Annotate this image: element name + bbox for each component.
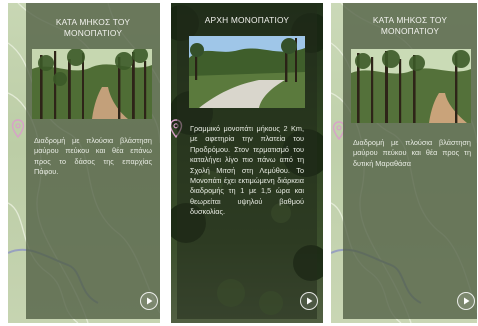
play-button[interactable]	[457, 292, 475, 310]
play-icon	[464, 297, 470, 305]
screen-title: ΑΡΧΗ ΜΟΝΟΠΑΤΙΟΥ	[204, 15, 290, 25]
play-icon	[147, 297, 153, 305]
title-line-2: ΜΟΝΟΠΑΤΙΟΥ	[380, 26, 440, 36]
trail-description: Γραμμικό μονοπάτι μήκους 2 Km, με αφετηρ…	[190, 124, 304, 217]
title-line-1: ΚΑΤΑ ΜΗΚΟΣ ΤΟΥ	[55, 17, 131, 27]
trail-description: Διαδρομή με πλούσια βλάστηση μαύρου πεύκ…	[353, 138, 471, 168]
screen-trail-start: ΑΡΧΗ ΜΟΝΟΠΑΤΙΟΥ Γραμμικό μονοπάτι μήκους…	[171, 3, 323, 323]
title-line-2: ΜΟΝΟΠΑΤΙΟΥ	[63, 28, 123, 38]
trail-photo	[351, 49, 471, 123]
title-line-1: ΚΑΤΑ ΜΗΚΟΣ ΤΟΥ	[372, 15, 448, 25]
trail-photo	[32, 49, 152, 119]
play-button[interactable]	[140, 292, 158, 310]
play-button[interactable]	[300, 292, 318, 310]
trail-start-photo	[189, 36, 305, 108]
map-pin-icon	[11, 119, 25, 139]
play-icon	[307, 297, 313, 305]
trail-description: Διαδρομή με πλούσια βλάστηση μαύρου πεύκ…	[34, 136, 152, 177]
screen-trail-along-1: ΚΑΤΑ ΜΗΚΟΣ ΤΟΥ ΜΟΝΟΠΑΤΙΟΥ Διαδρομή με πλ…	[8, 3, 160, 323]
screen-title: ΚΑΤΑ ΜΗΚΟΣ ΤΟΥ ΜΟΝΟΠΑΤΙΟΥ	[343, 15, 477, 37]
screen-title: ΚΑΤΑ ΜΗΚΟΣ ΤΟΥ ΜΟΝΟΠΑΤΙΟΥ	[26, 17, 160, 39]
screen-trail-along-2: ΚΑΤΑ ΜΗΚΟΣ ΤΟΥ ΜΟΝΟΠΑΤΙΟΥ Διαδρομή με πλ…	[331, 3, 477, 323]
